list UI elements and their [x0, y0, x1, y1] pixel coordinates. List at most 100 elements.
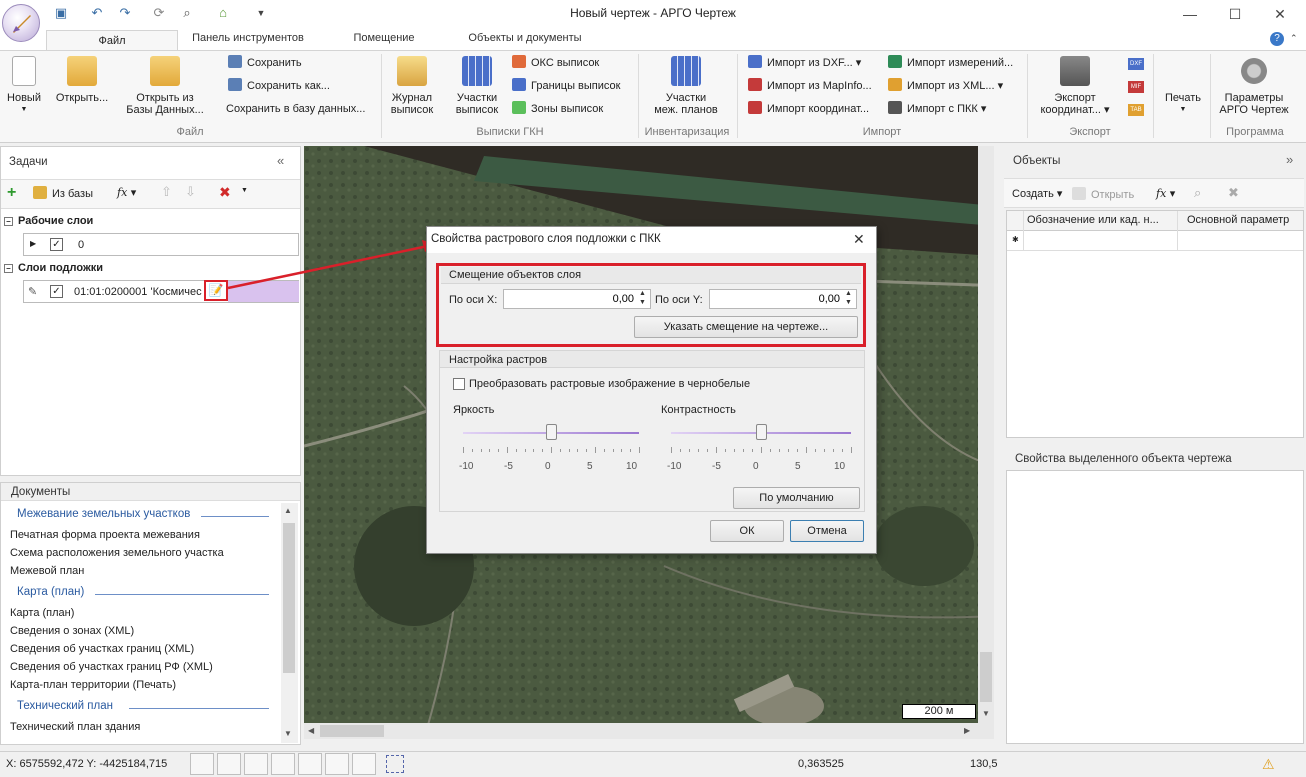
status-value-1: 0,363525 — [798, 758, 844, 770]
slider-tick — [779, 449, 780, 452]
borders-extracts-button[interactable]: Границы выписок — [512, 77, 620, 95]
y-offset-spinner[interactable]: ▲ ▼ — [845, 289, 852, 307]
tab-file[interactable]: Файл — [46, 30, 178, 51]
open-button[interactable]: Открыть... — [50, 56, 114, 104]
from-db-button[interactable]: Из базы — [33, 186, 93, 200]
delete-icon[interactable]: ✖ — [219, 184, 231, 201]
map-vscrollbar[interactable]: ▼ — [978, 146, 994, 724]
expand-icon[interactable]: ▶ — [30, 239, 36, 248]
objects-fx-button[interactable]: fx ▾ — [1156, 187, 1175, 200]
snap-line-icon[interactable] — [271, 753, 295, 775]
slider-tick — [507, 447, 508, 453]
inventory-parcels-button[interactable]: Участки меж. планов — [644, 56, 728, 116]
collapse-left-icon[interactable]: « — [277, 153, 284, 168]
snap-grid-icon[interactable] — [386, 755, 404, 773]
snap-perpendicular-icon[interactable] — [352, 753, 376, 775]
app-menu-button[interactable] — [2, 4, 40, 42]
open-object-button[interactable]: Открыть — [1072, 187, 1134, 201]
pick-offset-button[interactable]: Указать смещение на чертеже... — [634, 316, 858, 338]
documents-scrollbar[interactable]: ▲ ▼ — [281, 503, 298, 743]
import-measures-button[interactable]: Импорт измерений... — [888, 54, 1013, 72]
warning-icon[interactable]: ⚠ — [1262, 756, 1275, 773]
cancel-button[interactable]: Отмена — [790, 520, 864, 542]
move-down-icon[interactable]: ⇩ — [185, 184, 196, 200]
x-offset-input[interactable] — [503, 289, 651, 309]
layer-visible-checkbox[interactable]: ✓ — [50, 238, 63, 251]
dialog-close-button[interactable]: ✕ — [853, 231, 865, 248]
tab-room[interactable]: Помещение — [346, 32, 422, 50]
snap-endpoint-icon[interactable] — [190, 753, 214, 775]
doc-item[interactable]: Технический план здания — [10, 721, 140, 733]
delete-dropdown-icon[interactable]: ▼ — [241, 187, 248, 194]
search-icon[interactable]: ⌕ — [1194, 185, 1201, 201]
save-as-button[interactable]: Сохранить как... — [228, 77, 330, 95]
slider-tick — [577, 449, 579, 452]
work-layers-group[interactable]: – Рабочие слои — [4, 215, 93, 227]
doc-item[interactable]: Карта (план) — [10, 607, 74, 619]
fx-button[interactable]: fx ▾ — [117, 186, 136, 199]
help-icon[interactable]: ? — [1270, 32, 1284, 46]
add-icon[interactable]: + — [7, 184, 16, 202]
doc-item[interactable]: Сведения о зонах (XML) — [10, 625, 134, 637]
save-button[interactable]: Сохранить — [228, 54, 302, 72]
import-pkk-button[interactable]: Импорт с ПКК ▾ — [888, 100, 986, 118]
journal-button[interactable]: Журнал выписок — [386, 56, 438, 116]
snap-intersection-icon[interactable] — [298, 753, 322, 775]
maximize-button[interactable]: ☐ — [1215, 2, 1255, 26]
oks-extracts-button[interactable]: ОКС выписок — [512, 54, 599, 72]
import-xml-button[interactable]: Импорт из XML... ▾ — [888, 77, 1003, 95]
doc-item[interactable]: Схема расположения земельного участка — [10, 547, 224, 559]
layer-color-swatch[interactable] — [228, 281, 299, 302]
export-coords-button[interactable]: Экспорт координат... ▾ — [1030, 56, 1120, 116]
contrast-slider-thumb[interactable] — [756, 424, 767, 440]
minimize-button[interactable]: — — [1170, 2, 1210, 26]
x-offset-spinner[interactable]: ▲ ▼ — [639, 289, 646, 307]
defaults-button[interactable]: По умолчанию — [733, 487, 860, 509]
work-layer-row[interactable]: ▶ ✓ 0 — [23, 233, 299, 256]
y-offset-input[interactable] — [709, 289, 857, 309]
layer-properties-icon[interactable]: 📝 — [204, 280, 228, 301]
parcels-extracts-button[interactable]: Участки выписок — [450, 56, 504, 116]
print-button[interactable]: Печать ▼ — [1158, 56, 1208, 116]
base-layers-group[interactable]: – Слои подложки — [4, 262, 103, 274]
doc-item[interactable]: Межевой план — [10, 565, 84, 577]
doc-item[interactable]: Карта-план территории (Печать) — [10, 679, 176, 691]
map-hscrollbar[interactable]: ◀ ▶ — [304, 723, 994, 739]
tab-toolbar[interactable]: Панель инструментов — [186, 32, 310, 50]
doc-item[interactable]: Печатная форма проекта межевания — [10, 529, 200, 541]
tab-objects-docs[interactable]: Объекты и документы — [460, 32, 590, 50]
work-layer-name: 0 — [78, 239, 85, 251]
delete-object-icon[interactable]: ✖ — [1228, 185, 1239, 201]
close-window-button[interactable]: ✕ — [1260, 2, 1300, 26]
move-up-icon[interactable]: ⇧ — [161, 184, 172, 200]
zones-extracts-button[interactable]: Зоны выписок — [512, 100, 603, 118]
ribbon-collapse-icon[interactable]: ⌃ — [1290, 33, 1298, 44]
import-coords-button[interactable]: Импорт координат... — [748, 100, 869, 118]
collapse-right-icon[interactable]: » — [1286, 152, 1293, 167]
base-layer-row[interactable]: ✎ ✓ 01:01:0200001 'Космичес 📝 — [23, 280, 299, 303]
open-from-db-button[interactable]: Открыть из Базы Данных... — [120, 56, 210, 116]
doc-item[interactable]: Сведения об участках границ (XML) — [10, 643, 194, 655]
pencil-icon[interactable]: ✎ — [28, 285, 37, 298]
export-tab-icon[interactable]: TAB — [1128, 104, 1144, 116]
brightness-slider-thumb[interactable] — [546, 424, 557, 440]
table-row[interactable] — [1007, 231, 1303, 251]
import-dxf-button[interactable]: Импорт из DXF... ▾ — [748, 54, 861, 72]
layer-visible-checkbox[interactable]: ✓ — [50, 285, 63, 298]
snap-parallel-icon[interactable] — [325, 753, 349, 775]
column-header[interactable]: Основной параметр — [1187, 214, 1289, 226]
save-db-button[interactable]: Сохранить в базу данных... — [226, 100, 365, 118]
snap-midpoint-icon[interactable] — [217, 753, 241, 775]
import-mapinfo-button[interactable]: Импорт из MapInfo... — [748, 77, 872, 95]
oks-grid-icon — [512, 55, 526, 68]
export-mif-icon[interactable]: MIF — [1128, 81, 1144, 93]
program-params-button[interactable]: Параметры АРГО Чертеж — [1214, 56, 1294, 116]
grayscale-checkbox[interactable] — [453, 378, 465, 390]
create-button[interactable]: Создать ▾ — [1012, 187, 1062, 200]
snap-center-icon[interactable] — [244, 753, 268, 775]
ok-button[interactable]: ОК — [710, 520, 784, 542]
new-button[interactable]: Новый ▼ — [4, 56, 44, 116]
export-dxf-icon[interactable]: DXF — [1128, 58, 1144, 70]
doc-item[interactable]: Сведения об участках границ РФ (XML) — [10, 661, 213, 673]
column-header[interactable]: Обозначение или кад. н... — [1027, 214, 1177, 226]
